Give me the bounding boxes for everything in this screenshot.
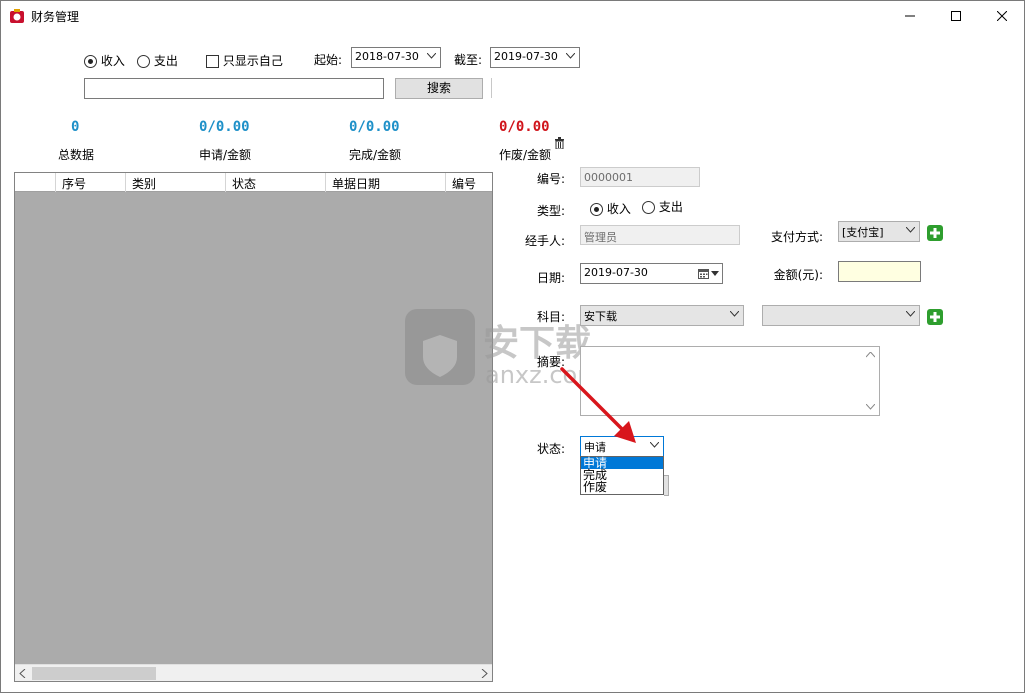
- maximize-icon: [951, 11, 961, 21]
- column-header-select[interactable]: [15, 173, 56, 192]
- void-label: 作废/金额: [499, 148, 552, 162]
- type-income-label: 收入: [606, 202, 631, 216]
- status-option-void[interactable]: 作废: [581, 481, 663, 493]
- close-icon: [997, 11, 1007, 21]
- end-date-label: 截至:: [454, 53, 483, 67]
- income-radio-label: 收入: [100, 54, 125, 68]
- apply-label: 申请/金额: [199, 148, 252, 162]
- title-bar: 财务管理: [1, 1, 1024, 31]
- amount-field[interactable]: [838, 261, 921, 282]
- radio-dot[interactable]: [590, 203, 603, 216]
- number-label: 编号:: [536, 172, 565, 186]
- chevron-down-icon: [906, 311, 915, 317]
- number-field[interactable]: 0000001: [580, 167, 700, 187]
- end-date-value: 2019-07-30: [494, 50, 558, 63]
- close-button[interactable]: [979, 1, 1025, 31]
- start-date-picker[interactable]: 2018-07-30: [351, 47, 441, 68]
- chevron-down-icon: [730, 311, 739, 317]
- vertical-scrollbar[interactable]: [862, 347, 879, 415]
- income-radio[interactable]: 收入: [84, 52, 125, 69]
- start-date-label: 起始:: [314, 53, 343, 67]
- expense-radio-label: 支出: [153, 54, 178, 68]
- start-date-value: 2018-07-30: [355, 50, 419, 63]
- window-title: 财务管理: [31, 10, 80, 24]
- column-header-index[interactable]: 序号: [56, 173, 126, 192]
- records-grid[interactable]: 序号 类别 状态 单据日期 编号: [14, 172, 493, 682]
- app-window: 财务管理 收入 支出 只显示自己 起始: 2018-07-30 截至: 2019…: [0, 0, 1025, 693]
- end-date-picker[interactable]: 2019-07-30: [490, 47, 580, 68]
- subject-label: 科目:: [536, 310, 565, 324]
- expense-radio[interactable]: 支出: [137, 52, 178, 69]
- subject-select[interactable]: 安下载: [580, 305, 744, 326]
- handler-field[interactable]: 管理员: [580, 225, 740, 245]
- chevron-down-icon: [427, 53, 436, 59]
- total-label: 总数据: [58, 148, 95, 162]
- search-button[interactable]: 搜索: [395, 78, 483, 99]
- add-payment-button[interactable]: [927, 225, 943, 241]
- status-dropdown-list[interactable]: 申请 完成 作废: [580, 456, 664, 495]
- horizontal-scrollbar[interactable]: [15, 664, 492, 681]
- type-expense-radio[interactable]: 支出: [642, 198, 683, 215]
- date-label: 日期:: [536, 271, 565, 285]
- date-value: 2019-07-30: [584, 266, 648, 279]
- chevron-down-icon: [566, 53, 575, 59]
- column-header-category[interactable]: 类别: [126, 173, 226, 192]
- type-income-radio[interactable]: 收入: [590, 200, 631, 217]
- payment-label: 支付方式:: [770, 230, 823, 244]
- minimize-button[interactable]: [887, 1, 933, 31]
- chevron-down-icon: [711, 271, 719, 276]
- scroll-down-icon[interactable]: [866, 404, 875, 410]
- finance-app-icon: [10, 9, 24, 23]
- total-count: 0: [71, 119, 80, 135]
- add-subject-button[interactable]: [927, 309, 943, 325]
- column-header-date[interactable]: 单据日期: [326, 173, 446, 192]
- done-amount: 0/0.00: [349, 119, 400, 135]
- grid-header: 序号 类别 状态 单据日期 编号: [15, 173, 492, 192]
- amount-label: 金额(元):: [773, 268, 823, 282]
- radio-dot[interactable]: [642, 201, 655, 214]
- payment-method-select[interactable]: [支付宝]: [838, 221, 920, 242]
- handler-label: 经手人:: [524, 234, 565, 248]
- scroll-left-icon[interactable]: [19, 669, 26, 678]
- void-amount: 0/0.00: [499, 119, 550, 135]
- only-mine-label: 只显示自己: [222, 54, 283, 68]
- type-label: 类型:: [536, 204, 565, 218]
- radio-dot[interactable]: [84, 55, 97, 68]
- column-header-number[interactable]: 编号: [446, 173, 492, 192]
- sub-subject-select[interactable]: [762, 305, 920, 326]
- red-arrow: [560, 367, 636, 443]
- only-mine-checkbox[interactable]: 只显示自己: [206, 52, 283, 69]
- search-input[interactable]: [84, 78, 384, 99]
- scroll-up-icon[interactable]: [866, 352, 875, 358]
- checkbox-box[interactable]: [206, 55, 219, 68]
- maximize-button[interactable]: [933, 1, 979, 31]
- date-picker[interactable]: 2019-07-30: [580, 263, 723, 284]
- calendar-icon[interactable]: [698, 268, 709, 279]
- scrollbar-thumb[interactable]: [32, 667, 156, 680]
- done-label: 完成/金额: [349, 148, 402, 162]
- chevron-down-icon: [650, 442, 659, 448]
- apply-amount: 0/0.00: [199, 119, 250, 135]
- separator: [491, 78, 492, 98]
- type-expense-label: 支出: [658, 200, 683, 214]
- subject-value: 安下载: [584, 310, 617, 323]
- scroll-right-icon[interactable]: [481, 669, 488, 678]
- payment-method-value: [支付宝]: [842, 226, 884, 239]
- minimize-icon: [905, 15, 915, 17]
- column-header-status[interactable]: 状态: [226, 173, 326, 192]
- trash-icon[interactable]: [554, 137, 565, 149]
- chevron-down-icon: [906, 227, 915, 233]
- hidden-button-edge[interactable]: [664, 475, 669, 496]
- radio-dot[interactable]: [137, 55, 150, 68]
